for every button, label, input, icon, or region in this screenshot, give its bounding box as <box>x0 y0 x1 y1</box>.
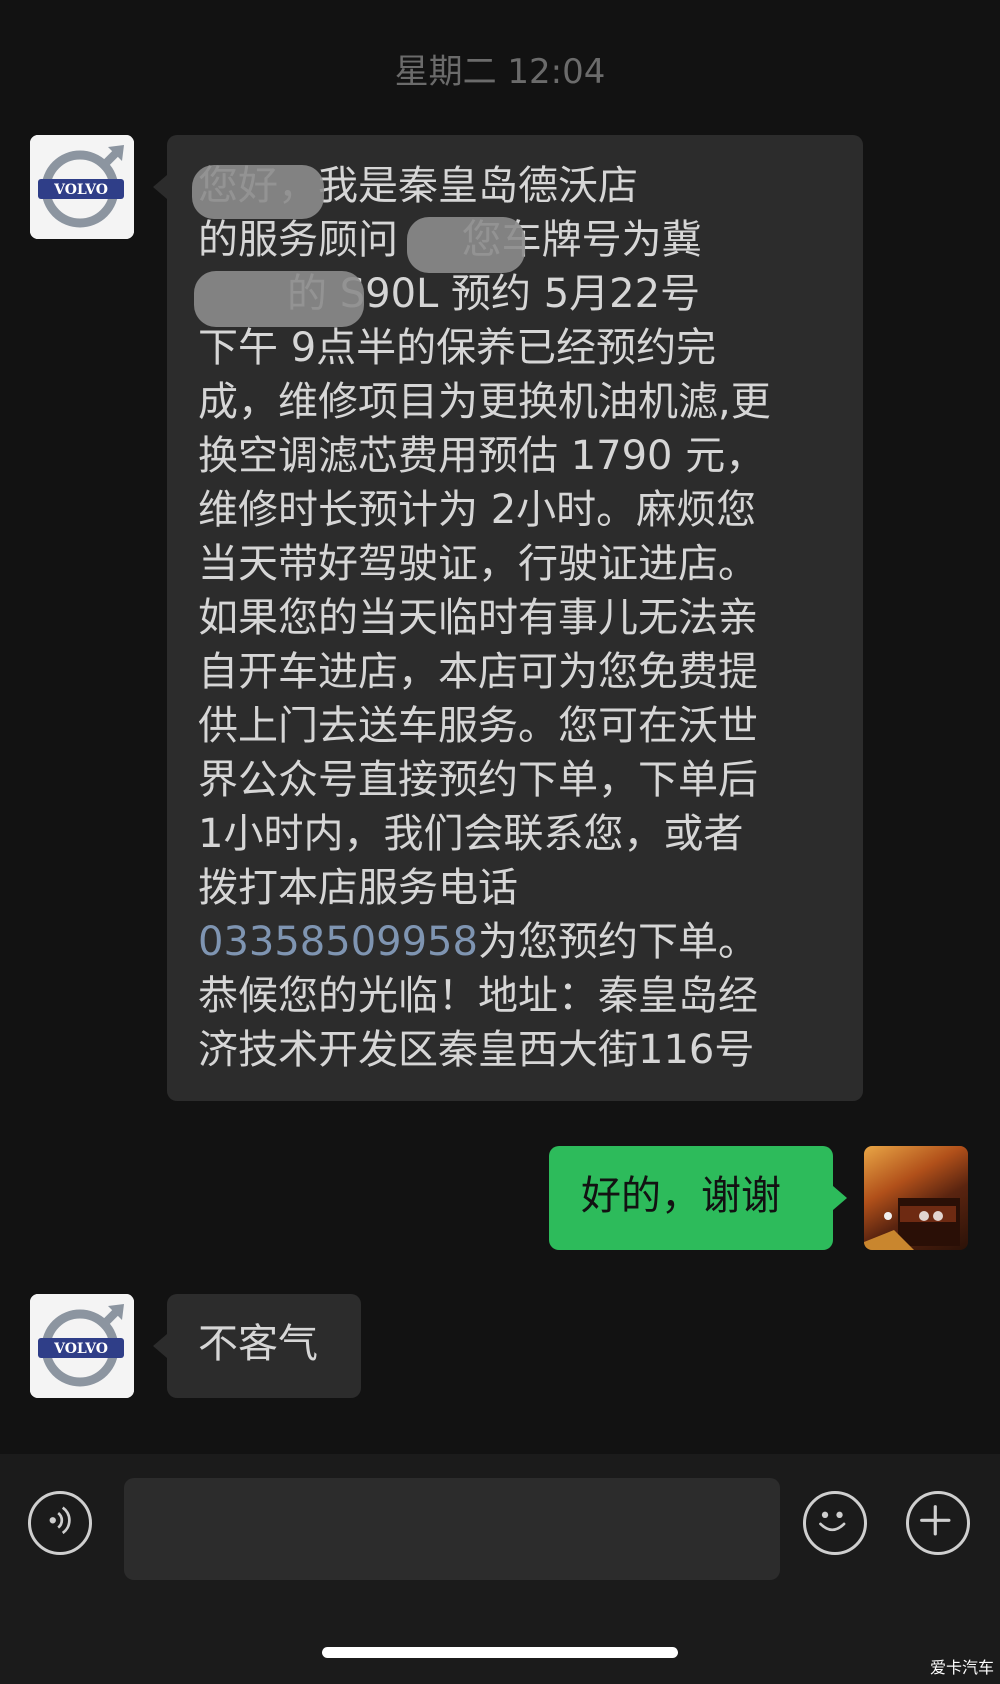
emoji-icon <box>819 1511 846 1532</box>
logo-text: VOLVO <box>53 182 108 198</box>
plus-icon <box>920 1505 951 1536</box>
message-input[interactable] <box>124 1478 780 1580</box>
user-avatar[interactable] <box>864 1146 968 1250</box>
timestamp: 星期二 12:04 <box>394 52 606 92</box>
contact-avatar[interactable]: VOLVO <box>30 1294 134 1398</box>
voice-button[interactable] <box>28 1491 92 1555</box>
logo-text: VOLVO <box>53 1341 108 1357</box>
user-photo <box>864 1198 960 1250</box>
volvo-logo-icon: VOLVO <box>30 135 134 239</box>
contact-avatar[interactable]: VOLVO <box>30 135 134 239</box>
redaction-mark <box>192 165 324 219</box>
watermark: 爱卡汽车 <box>929 1658 994 1677</box>
more-button[interactable] <box>906 1491 970 1555</box>
voice-icon <box>49 1506 71 1535</box>
emoji-button[interactable] <box>803 1491 867 1555</box>
message-bubble-outgoing[interactable]: 好的，谢谢 <box>549 1146 847 1250</box>
volvo-logo-icon: VOLVO <box>30 1294 134 1398</box>
message-text: 好的，谢谢 <box>581 1173 781 1219</box>
redaction-mark <box>194 271 364 327</box>
message-text: 不客气 <box>198 1321 318 1367</box>
home-indicator[interactable] <box>322 1647 678 1658</box>
message-bubble-incoming[interactable]: 您好，我是秦皇岛德沃店 的服务顾问 您车牌号为冀 的 S90L 预约 5月22号… <box>153 135 863 1101</box>
redaction-mark <box>407 217 525 273</box>
phone-link[interactable]: 03358509958 <box>198 919 478 965</box>
message-bubble-incoming[interactable]: 不客气 <box>153 1294 361 1398</box>
